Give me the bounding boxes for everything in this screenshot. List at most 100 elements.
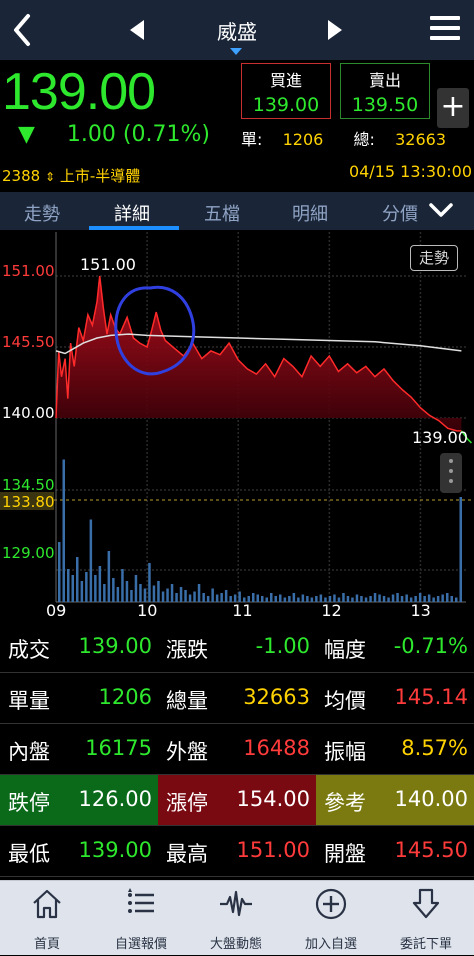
volume-bar — [261, 596, 264, 602]
y-tick-label: 133.80 — [2, 493, 55, 511]
stats-cell: 總量 32663 — [158, 673, 316, 723]
volume-bar — [355, 594, 359, 602]
volume-bar — [166, 588, 169, 602]
stats-value: 145.14 — [394, 685, 468, 709]
stats-cell: 最高 151.00 — [158, 826, 316, 876]
nav-watchlist-label: 自選報價 — [114, 937, 167, 952]
stats-value: 1206 — [98, 685, 152, 709]
code-value: 2388 — [2, 167, 41, 185]
volume-bar — [89, 519, 93, 602]
tab-ticks[interactable]: 明細 — [292, 200, 328, 226]
stats-label: 振幅 — [324, 740, 366, 764]
nav-market[interactable]: 大盤動態 — [189, 881, 283, 956]
top-bar: 威盛 — [0, 0, 474, 60]
volume-bar — [450, 596, 453, 602]
stats-value: 140.00 — [394, 787, 468, 811]
hamburger-menu-icon[interactable] — [430, 16, 460, 42]
volume-bar — [373, 593, 377, 602]
nav-home[interactable]: 首頁 — [0, 881, 94, 956]
volume-bar — [270, 593, 273, 602]
volume-bar — [446, 593, 449, 602]
volume-bar — [197, 584, 201, 602]
chevron-down-icon[interactable] — [428, 198, 454, 222]
stats-cell: 最低 139.00 — [0, 826, 158, 876]
stats-value: -0.71% — [393, 634, 468, 658]
price-change: ▼ 1.00 (0.71%) — [18, 122, 210, 147]
last-annotation: 139.00 — [412, 428, 468, 447]
volume-bar — [143, 588, 147, 602]
high-annotation: 151.00 — [80, 255, 136, 274]
nav-watchlist[interactable]: 自選報價 — [94, 881, 188, 956]
volume-bar — [396, 593, 399, 602]
nav-add-watch[interactable]: 加入自選 — [284, 881, 378, 956]
stats-value: -1.00 — [255, 634, 310, 658]
triangle-left-icon[interactable] — [128, 18, 146, 42]
volume-bar — [301, 594, 305, 602]
stats-label: 開盤 — [324, 842, 366, 866]
change-percent: (0.71%) — [122, 122, 210, 147]
nav-order-label: 委託下單 — [399, 937, 452, 952]
add-button[interactable]: + — [437, 88, 469, 128]
stats-value: 16175 — [85, 736, 152, 760]
volume-bar — [306, 596, 309, 602]
volume-bar — [351, 597, 354, 602]
page-title[interactable]: 威盛 — [190, 16, 284, 45]
stats-label: 總量 — [166, 689, 208, 713]
stats-label: 漲跌 — [166, 638, 208, 662]
stats-value: 8.57% — [401, 736, 468, 760]
y-tick-label: 129.00 — [2, 544, 55, 562]
intraday-chart[interactable]: 151.00 145.50 140.00 134.50133.80 129.00 09 10… — [0, 232, 474, 622]
volume-bar — [400, 596, 404, 602]
tab-price-volume[interactable]: 分價 — [382, 200, 418, 226]
volume-bar — [85, 572, 88, 602]
bid-price: 139.00 — [252, 94, 320, 116]
volume-bar — [224, 590, 228, 602]
pulse-icon — [220, 890, 252, 917]
stats-cell: 成交 139.00 — [0, 622, 158, 672]
volume-bar — [103, 584, 106, 602]
tab-detail[interactable]: 詳細 — [114, 200, 150, 226]
stats-label: 成交 — [8, 638, 50, 662]
stats-value: 145.50 — [394, 838, 468, 862]
unit-label: 單: — [241, 130, 263, 149]
stock-code: 2388 ⇕ 上市-半導體 — [2, 165, 140, 186]
tab-five-levels[interactable]: 五檔 — [204, 200, 240, 226]
stats-cell: 漲停 154.00 — [158, 775, 316, 825]
volume-bar — [152, 585, 156, 602]
stats-value: 16488 — [243, 736, 310, 760]
tab-trend[interactable]: 走勢 — [24, 200, 60, 226]
volume-bar — [342, 593, 345, 602]
volume-bar — [382, 596, 386, 602]
more-options-icon[interactable] — [440, 453, 462, 493]
stats-label: 內盤 — [8, 740, 50, 764]
stats-cell: 振幅 8.57% — [316, 724, 474, 774]
volume-bar — [148, 563, 151, 602]
bid-box[interactable]: 買進 139.00 — [241, 63, 331, 119]
volume-bar — [436, 596, 440, 602]
volume-bar — [71, 575, 74, 602]
volume-bar — [184, 590, 187, 602]
volume-bar — [121, 569, 124, 602]
volume-bar — [130, 590, 133, 602]
volume-bar — [283, 597, 287, 602]
y-tick-label: 145.50 — [2, 333, 55, 351]
nav-market-label: 大盤動態 — [209, 937, 262, 952]
volume-bar — [202, 593, 205, 602]
stats-row: 成交 139.00 漲跌 -1.00 幅度 -0.71% — [0, 622, 474, 672]
stats-label: 幅度 — [324, 638, 366, 662]
volume-bar — [211, 588, 214, 602]
volume-bar — [170, 584, 174, 602]
x-tick-label: 09 — [46, 601, 66, 620]
list-icon — [128, 888, 154, 913]
ask-box[interactable]: 賣出 139.50 — [340, 63, 430, 119]
volume-bar — [391, 594, 395, 602]
triangle-right-icon[interactable] — [326, 18, 344, 42]
back-arrow-icon[interactable] — [8, 12, 38, 48]
volume-bar — [360, 596, 363, 602]
volume-bar — [125, 581, 129, 602]
stats-label: 單量 — [8, 689, 50, 713]
stats-label: 均價 — [324, 689, 366, 713]
unit-volume: 1206 — [282, 130, 324, 149]
trend-button[interactable]: 走勢 — [410, 245, 458, 271]
nav-order[interactable]: 委託下單 — [379, 881, 473, 956]
